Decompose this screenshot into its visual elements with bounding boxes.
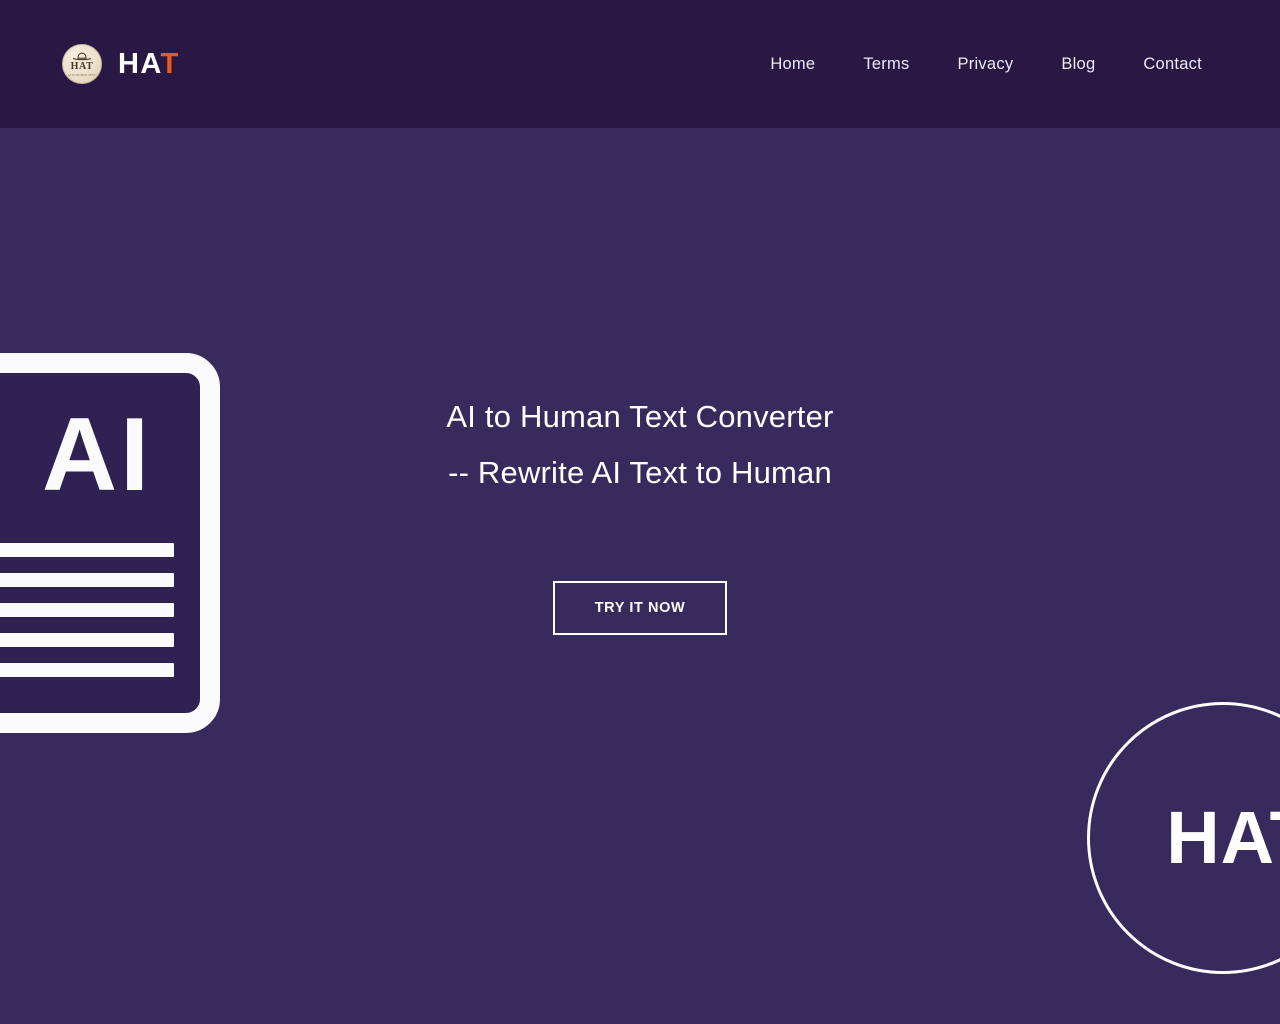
hat-icon — [73, 52, 91, 60]
hat-circle-label: HAT — [1166, 796, 1280, 879]
try-it-now-button[interactable]: TRY IT NOW — [553, 581, 727, 635]
page-title: AI to Human Text Converter -- Rewrite AI… — [0, 389, 1280, 501]
brand-logo-link[interactable]: HAT AI TO HUMAN TEXT HAT — [62, 44, 180, 84]
main-navigation: Home Terms Privacy Blog Contact — [746, 0, 1226, 128]
hero-cta-container: TRY IT NOW — [0, 581, 1280, 635]
nav-item-home[interactable]: Home — [746, 49, 839, 80]
nav-item-terms[interactable]: Terms — [839, 49, 933, 80]
brand-badge-icon: HAT AI TO HUMAN TEXT — [62, 44, 102, 84]
brand-badge-subtitle: AI TO HUMAN TEXT — [67, 72, 97, 77]
brand-wordmark-accent: T — [160, 47, 180, 80]
ai-document-line — [0, 633, 174, 647]
hat-circle-illustration: HAT — [1087, 702, 1280, 974]
nav-item-contact[interactable]: Contact — [1119, 49, 1226, 80]
ai-document-line — [0, 543, 174, 557]
brand-wordmark: HAT — [118, 47, 180, 80]
brand-badge-word: HAT — [70, 60, 94, 72]
page-root: HAT AI TO HUMAN TEXT HAT Home Terms Priv… — [0, 0, 1280, 1024]
hero-title-line-1: AI to Human Text Converter — [446, 399, 834, 434]
ai-document-line — [0, 663, 174, 677]
nav-item-privacy[interactable]: Privacy — [934, 49, 1038, 80]
hero-title-line-2: -- Rewrite AI Text to Human — [448, 455, 832, 490]
hero-section: AI HAT AI to Human Text Converter -- Rew… — [0, 128, 1280, 1024]
brand-wordmark-light: HA — [118, 47, 161, 80]
site-header: HAT AI TO HUMAN TEXT HAT Home Terms Priv… — [0, 0, 1280, 128]
nav-item-blog[interactable]: Blog — [1037, 49, 1119, 80]
